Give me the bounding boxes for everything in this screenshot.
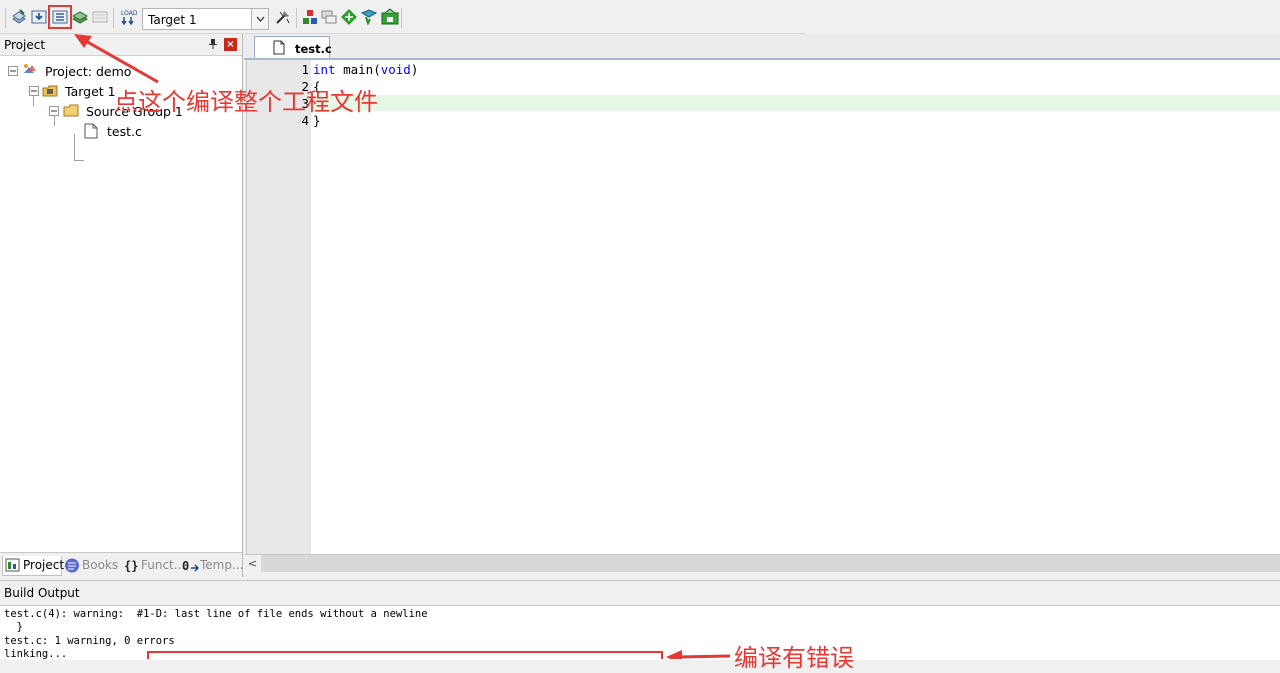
target-select-value: Target 1 [148,13,197,27]
tab-functions-label: Funct... [141,558,186,572]
file-icon [273,40,285,55]
collapse-icon[interactable] [29,86,39,96]
tab-project[interactable]: Project [2,556,65,576]
collapse-icon[interactable] [49,106,59,116]
rebuild-icon[interactable] [48,5,72,29]
project-icon [24,64,36,73]
stop-build-icon[interactable] [91,8,109,26]
build-output-text[interactable]: test.c(4): warning: #1-D: last line of f… [0,606,1280,660]
folder-icon [63,104,79,117]
pack-installer-icon[interactable] [340,8,358,26]
tab-functions[interactable]: {} Funct... [121,556,185,575]
file-icon [84,123,98,139]
select-packs-icon[interactable] [320,8,338,26]
horizontal-scrollbar[interactable]: < [244,554,1280,572]
svg-text:0: 0 [182,559,189,573]
build-output-line: linking... [4,648,68,660]
annotation-build-callout: 编译有错误 [734,644,854,672]
books-icon [65,558,79,573]
toolbar: LOAD Target 1 [0,0,1280,34]
tab-books-label: Books [82,558,119,572]
tab-project-label: Project [23,558,65,572]
build-output-line: } [4,621,23,633]
scroll-left-arrow-icon[interactable]: < [244,555,261,572]
tab-books[interactable]: Books [62,556,118,575]
functions-icon: {} [124,559,138,573]
code-text: main( [335,62,381,77]
editor-tab-test-c[interactable]: test.c [254,36,332,58]
code-keyword: int [313,62,336,77]
build-output-title: Build Output [4,586,80,600]
project-panel-tabs: Project Books {} Funct... 0 Temp... [0,552,244,578]
current-line-highlight [313,95,1280,111]
editor-tabbar: test.c [244,34,1280,60]
collapse-icon[interactable] [8,66,18,76]
annotation-toolbar-callout: 点这个编译整个工程文件 [114,88,378,116]
manage-run-time-icon[interactable] [360,8,378,26]
editor-area: test.c 1 2 3 4 int main(void) { } < [244,34,1280,577]
build-output-header: Build Output [0,581,1280,606]
build-output-line: test.c: 1 warning, 0 errors [4,635,175,647]
tree-connector [74,160,84,161]
project-panel-header: Project × [0,34,242,56]
toolbar-separator [113,8,114,28]
tree-item-project[interactable]: Project: demo [8,62,238,80]
line-number-gutter: 1 2 3 4 [247,60,311,554]
tree-label-project: Project: demo [45,64,132,79]
tab-templates-label: Temp... [200,558,244,572]
manage-multi-project-icon[interactable] [381,8,399,26]
code-keyword: void [380,62,411,77]
project-tab-icon [5,558,20,572]
toolbar-separator [5,8,6,28]
code-editor[interactable]: 1 2 3 4 int main(void) { } [246,60,1280,554]
toolbar-separator [401,8,402,28]
target-options-icon[interactable] [274,8,292,26]
build-output-line: test.c(4): warning: #1-D: last line of f… [4,608,428,620]
chevron-down-icon[interactable] [251,9,268,29]
templates-icon: 0 [182,559,200,573]
editor-tab-label: test.c [295,42,332,56]
build-icon[interactable] [30,8,48,26]
close-icon[interactable]: × [224,38,237,51]
project-tree: Project: demo Target 1 Source Group 1 te… [0,56,242,552]
tree-item-file[interactable]: test.c [84,122,234,140]
tab-templates[interactable]: 0 Temp... [180,556,244,575]
tree-label-file: test.c [107,124,142,139]
svg-text:{}: {} [124,559,138,573]
pin-icon[interactable] [207,38,219,50]
code-line-1[interactable]: int main(void) [313,62,418,77]
batch-build-icon[interactable] [71,8,89,26]
download-icon[interactable]: LOAD [119,8,137,26]
project-panel-title: Project [4,38,46,52]
target-select[interactable]: Target 1 [142,8,269,30]
build-output-panel: Build Output test.c(4): warning: #1-D: l… [0,580,1280,660]
toolbar-separator [296,8,297,28]
tree-connector [74,134,75,160]
translate-icon[interactable] [10,8,28,26]
svg-text:LOAD: LOAD [121,10,137,17]
line-number: 1 [301,62,309,77]
code-text: ) [410,62,419,77]
manage-components-icon[interactable] [301,8,319,26]
target-folder-icon [42,85,58,97]
tree-label-target: Target 1 [65,84,116,99]
